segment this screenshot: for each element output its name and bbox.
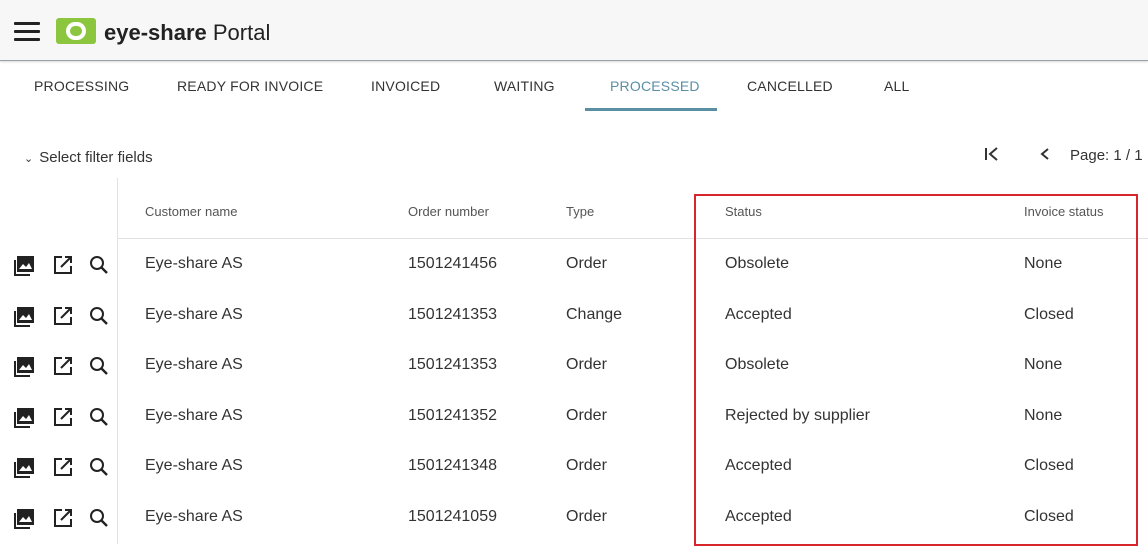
cell-order-number: 1501241352 xyxy=(408,406,497,424)
image-icon[interactable] xyxy=(14,507,36,529)
cell-type: Order xyxy=(566,406,607,424)
tab-processing[interactable]: PROCESSING xyxy=(34,78,129,94)
cell-order-number: 1501241059 xyxy=(408,507,497,525)
open-external-icon[interactable] xyxy=(52,406,74,428)
cell-order-number: 1501241348 xyxy=(408,457,497,474)
active-tab-indicator xyxy=(585,108,717,111)
page-indicator: Page: 1 / 1 xyxy=(1070,147,1143,164)
cell-type: Order xyxy=(566,457,607,474)
top-bar: eye-share Portal xyxy=(0,0,1148,61)
tab-cancelled[interactable]: CANCELLED xyxy=(747,78,833,94)
image-icon[interactable] xyxy=(14,406,36,428)
image-icon[interactable] xyxy=(14,456,36,478)
select-filter-fields-toggle[interactable]: ⌄ Select filter fields xyxy=(24,149,153,166)
cell-order-number: 1501241353 xyxy=(408,305,497,323)
tab-ready-for-invoice[interactable]: READY FOR INVOICE xyxy=(177,78,323,94)
image-icon[interactable] xyxy=(14,355,36,377)
status-tabs: PROCESSING READY FOR INVOICE INVOICED WA… xyxy=(0,62,1148,112)
cell-type: Order xyxy=(566,507,607,525)
tab-invoiced[interactable]: INVOICED xyxy=(371,78,440,94)
cell-customer-name: Eye-share AS xyxy=(145,457,243,474)
prev-page-icon[interactable] xyxy=(1038,145,1052,168)
cell-customer-name: Eye-share AS xyxy=(145,255,243,272)
image-icon[interactable] xyxy=(14,305,36,327)
tab-waiting[interactable]: WAITING xyxy=(494,78,555,94)
open-external-icon[interactable] xyxy=(52,507,74,529)
tab-all[interactable]: ALL xyxy=(884,78,910,94)
cell-customer-name: Eye-share AS xyxy=(145,305,243,323)
cell-type: Change xyxy=(566,305,623,323)
cell-type: Order xyxy=(566,255,607,272)
cell-order-number: 1501241353 xyxy=(408,356,497,373)
search-icon[interactable] xyxy=(88,254,110,276)
cell-customer-name: Eye-share AS xyxy=(145,507,243,525)
image-icon[interactable] xyxy=(14,254,36,276)
hamburger-menu-icon[interactable] xyxy=(14,22,40,42)
open-external-icon[interactable] xyxy=(52,355,74,377)
column-header-order-number[interactable]: Order number xyxy=(408,204,489,219)
tab-processed[interactable]: PROCESSED xyxy=(610,78,700,94)
search-icon[interactable] xyxy=(88,355,110,377)
search-icon[interactable] xyxy=(88,406,110,428)
cell-customer-name: Eye-share AS xyxy=(145,356,243,373)
open-external-icon[interactable] xyxy=(52,254,74,276)
search-icon[interactable] xyxy=(88,507,110,529)
search-icon[interactable] xyxy=(88,305,110,327)
open-external-icon[interactable] xyxy=(52,456,74,478)
column-header-type[interactable]: Type xyxy=(566,204,594,219)
search-icon[interactable] xyxy=(88,456,110,478)
cell-order-number: 1501241456 xyxy=(408,255,497,272)
highlight-box xyxy=(694,194,1138,546)
eye-share-logo xyxy=(56,18,96,44)
app-title: eye-share Portal xyxy=(104,20,271,45)
open-external-icon[interactable] xyxy=(52,305,74,327)
first-page-icon[interactable] xyxy=(984,145,1000,168)
chevron-down-icon: ⌄ xyxy=(24,153,34,165)
column-header-customer-name[interactable]: Customer name xyxy=(145,204,237,219)
cell-customer-name: Eye-share AS xyxy=(145,406,243,424)
cell-type: Order xyxy=(566,356,607,373)
